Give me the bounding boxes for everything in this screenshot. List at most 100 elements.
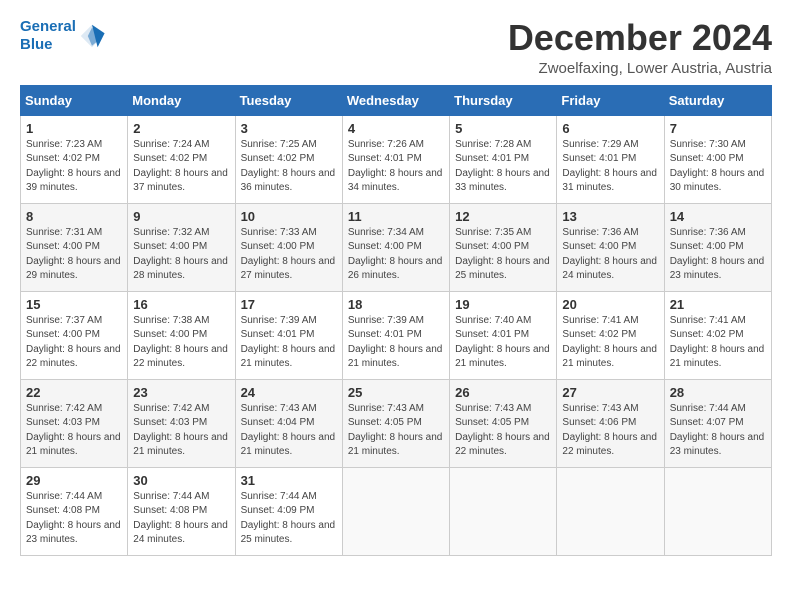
- day-number: 27: [562, 385, 658, 400]
- calendar-week-1: 1 Sunrise: 7:23 AMSunset: 4:02 PMDayligh…: [21, 115, 772, 203]
- column-header-thursday: Thursday: [450, 85, 557, 115]
- day-number: 28: [670, 385, 766, 400]
- day-number: 5: [455, 121, 551, 136]
- calendar-cell: 26 Sunrise: 7:43 AMSunset: 4:05 PMDaylig…: [450, 379, 557, 467]
- day-content: Sunrise: 7:30 AMSunset: 4:00 PMDaylight:…: [670, 139, 765, 194]
- day-number: 18: [348, 297, 444, 312]
- day-content: Sunrise: 7:44 AMSunset: 4:07 PMDaylight:…: [670, 403, 765, 458]
- day-content: Sunrise: 7:43 AMSunset: 4:06 PMDaylight:…: [562, 403, 657, 458]
- day-content: Sunrise: 7:34 AMSunset: 4:00 PMDaylight:…: [348, 227, 443, 282]
- day-number: 6: [562, 121, 658, 136]
- day-content: Sunrise: 7:39 AMSunset: 4:01 PMDaylight:…: [348, 315, 443, 370]
- day-content: Sunrise: 7:23 AMSunset: 4:02 PMDaylight:…: [26, 139, 121, 194]
- calendar-cell: 13 Sunrise: 7:36 AMSunset: 4:00 PMDaylig…: [557, 203, 664, 291]
- calendar-cell: 9 Sunrise: 7:32 AMSunset: 4:00 PMDayligh…: [128, 203, 235, 291]
- day-content: Sunrise: 7:39 AMSunset: 4:01 PMDaylight:…: [241, 315, 336, 370]
- day-number: 29: [26, 473, 122, 488]
- calendar-cell: 30 Sunrise: 7:44 AMSunset: 4:08 PMDaylig…: [128, 467, 235, 555]
- calendar-table: SundayMondayTuesdayWednesdayThursdayFrid…: [20, 85, 772, 556]
- calendar-cell: 12 Sunrise: 7:35 AMSunset: 4:00 PMDaylig…: [450, 203, 557, 291]
- calendar-week-4: 22 Sunrise: 7:42 AMSunset: 4:03 PMDaylig…: [21, 379, 772, 467]
- calendar-cell: 19 Sunrise: 7:40 AMSunset: 4:01 PMDaylig…: [450, 291, 557, 379]
- calendar-cell: 14 Sunrise: 7:36 AMSunset: 4:00 PMDaylig…: [664, 203, 771, 291]
- column-header-sunday: Sunday: [21, 85, 128, 115]
- day-number: 10: [241, 209, 337, 224]
- day-content: Sunrise: 7:38 AMSunset: 4:00 PMDaylight:…: [133, 315, 228, 370]
- day-content: Sunrise: 7:41 AMSunset: 4:02 PMDaylight:…: [670, 315, 765, 370]
- day-content: Sunrise: 7:25 AMSunset: 4:02 PMDaylight:…: [241, 139, 336, 194]
- day-number: 23: [133, 385, 229, 400]
- day-content: Sunrise: 7:36 AMSunset: 4:00 PMDaylight:…: [670, 227, 765, 282]
- column-header-saturday: Saturday: [664, 85, 771, 115]
- calendar-cell: 28 Sunrise: 7:44 AMSunset: 4:07 PMDaylig…: [664, 379, 771, 467]
- location-title: Zwoelfaxing, Lower Austria, Austria: [508, 60, 772, 77]
- calendar-cell: 10 Sunrise: 7:33 AMSunset: 4:00 PMDaylig…: [235, 203, 342, 291]
- day-number: 4: [348, 121, 444, 136]
- day-number: 22: [26, 385, 122, 400]
- day-number: 26: [455, 385, 551, 400]
- calendar-cell: 27 Sunrise: 7:43 AMSunset: 4:06 PMDaylig…: [557, 379, 664, 467]
- day-number: 24: [241, 385, 337, 400]
- calendar-cell: 23 Sunrise: 7:42 AMSunset: 4:03 PMDaylig…: [128, 379, 235, 467]
- calendar-cell: 20 Sunrise: 7:41 AMSunset: 4:02 PMDaylig…: [557, 291, 664, 379]
- day-number: 2: [133, 121, 229, 136]
- day-number: 9: [133, 209, 229, 224]
- day-number: 15: [26, 297, 122, 312]
- day-number: 31: [241, 473, 337, 488]
- calendar-cell: 4 Sunrise: 7:26 AMSunset: 4:01 PMDayligh…: [342, 115, 449, 203]
- calendar-cell: 18 Sunrise: 7:39 AMSunset: 4:01 PMDaylig…: [342, 291, 449, 379]
- calendar-cell: 17 Sunrise: 7:39 AMSunset: 4:01 PMDaylig…: [235, 291, 342, 379]
- calendar-header-row: SundayMondayTuesdayWednesdayThursdayFrid…: [21, 85, 772, 115]
- calendar-week-5: 29 Sunrise: 7:44 AMSunset: 4:08 PMDaylig…: [21, 467, 772, 555]
- day-number: 14: [670, 209, 766, 224]
- calendar-cell: 5 Sunrise: 7:28 AMSunset: 4:01 PMDayligh…: [450, 115, 557, 203]
- calendar-cell: [557, 467, 664, 555]
- day-content: Sunrise: 7:32 AMSunset: 4:00 PMDaylight:…: [133, 227, 228, 282]
- calendar-cell: [342, 467, 449, 555]
- day-content: Sunrise: 7:44 AMSunset: 4:09 PMDaylight:…: [241, 491, 336, 546]
- day-number: 20: [562, 297, 658, 312]
- day-content: Sunrise: 7:31 AMSunset: 4:00 PMDaylight:…: [26, 227, 121, 282]
- day-content: Sunrise: 7:43 AMSunset: 4:04 PMDaylight:…: [241, 403, 336, 458]
- day-content: Sunrise: 7:44 AMSunset: 4:08 PMDaylight:…: [26, 491, 121, 546]
- day-number: 11: [348, 209, 444, 224]
- day-number: 8: [26, 209, 122, 224]
- day-content: Sunrise: 7:36 AMSunset: 4:00 PMDaylight:…: [562, 227, 657, 282]
- day-number: 21: [670, 297, 766, 312]
- logo-text: GeneralBlue: [20, 18, 76, 54]
- calendar-cell: 15 Sunrise: 7:37 AMSunset: 4:00 PMDaylig…: [21, 291, 128, 379]
- day-content: Sunrise: 7:42 AMSunset: 4:03 PMDaylight:…: [133, 403, 228, 458]
- calendar-cell: [450, 467, 557, 555]
- day-content: Sunrise: 7:35 AMSunset: 4:00 PMDaylight:…: [455, 227, 550, 282]
- day-number: 16: [133, 297, 229, 312]
- logo: GeneralBlue: [20, 18, 106, 54]
- calendar-cell: 7 Sunrise: 7:30 AMSunset: 4:00 PMDayligh…: [664, 115, 771, 203]
- day-number: 17: [241, 297, 337, 312]
- calendar-cell: 3 Sunrise: 7:25 AMSunset: 4:02 PMDayligh…: [235, 115, 342, 203]
- logo-icon: [78, 22, 106, 50]
- calendar-cell: 6 Sunrise: 7:29 AMSunset: 4:01 PMDayligh…: [557, 115, 664, 203]
- page-header: GeneralBlue December 2024 Zwoelfaxing, L…: [20, 18, 772, 77]
- title-area: December 2024 Zwoelfaxing, Lower Austria…: [508, 18, 772, 77]
- calendar-cell: 31 Sunrise: 7:44 AMSunset: 4:09 PMDaylig…: [235, 467, 342, 555]
- day-number: 30: [133, 473, 229, 488]
- column-header-friday: Friday: [557, 85, 664, 115]
- day-content: Sunrise: 7:24 AMSunset: 4:02 PMDaylight:…: [133, 139, 228, 194]
- day-content: Sunrise: 7:42 AMSunset: 4:03 PMDaylight:…: [26, 403, 121, 458]
- calendar-cell: 1 Sunrise: 7:23 AMSunset: 4:02 PMDayligh…: [21, 115, 128, 203]
- calendar-week-3: 15 Sunrise: 7:37 AMSunset: 4:00 PMDaylig…: [21, 291, 772, 379]
- day-number: 3: [241, 121, 337, 136]
- calendar-cell: 21 Sunrise: 7:41 AMSunset: 4:02 PMDaylig…: [664, 291, 771, 379]
- month-title: December 2024: [508, 18, 772, 58]
- calendar-cell: 11 Sunrise: 7:34 AMSunset: 4:00 PMDaylig…: [342, 203, 449, 291]
- day-content: Sunrise: 7:44 AMSunset: 4:08 PMDaylight:…: [133, 491, 228, 546]
- day-content: Sunrise: 7:26 AMSunset: 4:01 PMDaylight:…: [348, 139, 443, 194]
- column-header-monday: Monday: [128, 85, 235, 115]
- day-content: Sunrise: 7:28 AMSunset: 4:01 PMDaylight:…: [455, 139, 550, 194]
- day-number: 25: [348, 385, 444, 400]
- calendar-cell: 29 Sunrise: 7:44 AMSunset: 4:08 PMDaylig…: [21, 467, 128, 555]
- calendar-cell: 16 Sunrise: 7:38 AMSunset: 4:00 PMDaylig…: [128, 291, 235, 379]
- calendar-cell: 24 Sunrise: 7:43 AMSunset: 4:04 PMDaylig…: [235, 379, 342, 467]
- day-content: Sunrise: 7:43 AMSunset: 4:05 PMDaylight:…: [348, 403, 443, 458]
- calendar-cell: 22 Sunrise: 7:42 AMSunset: 4:03 PMDaylig…: [21, 379, 128, 467]
